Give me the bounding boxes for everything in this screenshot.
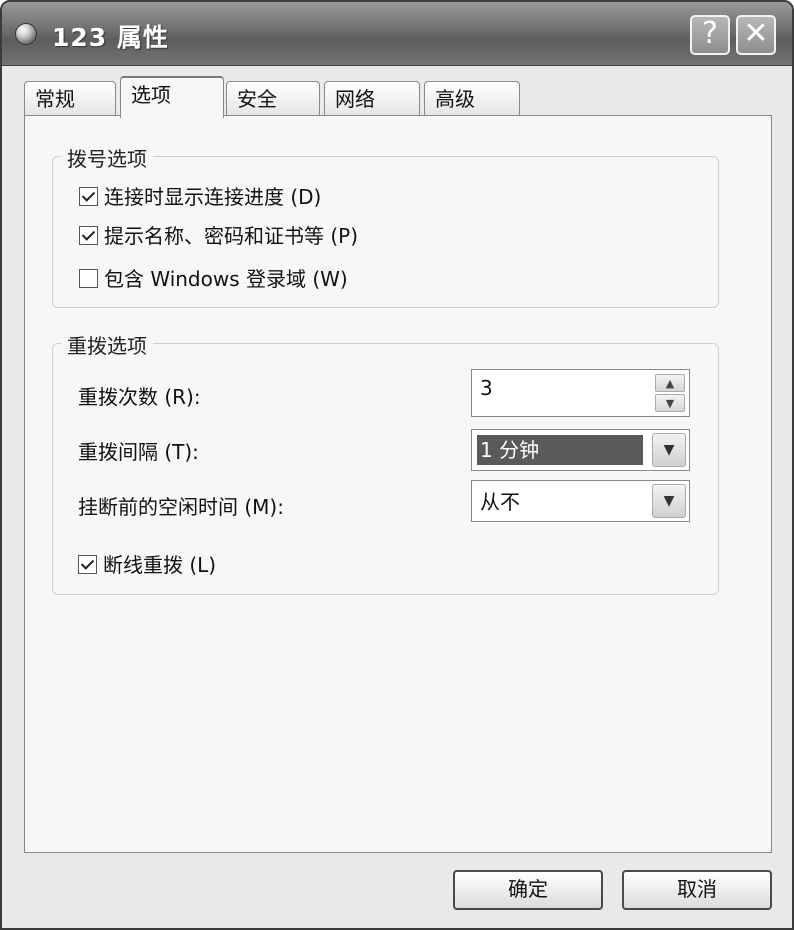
up-arrow-icon[interactable]: ▲ [655,374,685,392]
checkbox-label: 连接时显示连接进度 (D) [104,185,322,209]
down-arrow-icon[interactable]: ▼ [655,394,685,412]
tab-network[interactable]: 网络 [324,81,420,117]
checkbox-label: 包含 Windows 登录域 (W) [104,267,348,291]
checkbox-prompt-credentials[interactable]: 提示名称、密码和证书等 (P) [79,223,358,249]
chevron-down-icon[interactable]: ▼ [652,484,686,518]
checkbox-checked-icon[interactable] [79,226,98,245]
checkbox-redial-on-drop[interactable]: 断线重拨 (L) [78,552,216,578]
properties-dialog: 123 属性 ? ✕ 常规 选项 安全 网络 高级 拨号选项 连接时显示连接进度… [0,0,794,930]
checkbox-show-progress[interactable]: 连接时显示连接进度 (D) [79,184,321,210]
redial-interval-label: 重拨间隔 (T): [78,440,199,464]
dialing-options-group: 拨号选项 连接时显示连接进度 (D) 提示名称、密码和证书等 (P) 包含 Wi… [52,143,719,308]
title-bar[interactable]: 123 属性 ? ✕ [2,2,792,66]
redial-attempts-label: 重拨次数 (R): [78,385,201,409]
connection-orb-icon [15,23,37,45]
ok-button[interactable]: 确定 [453,870,603,910]
spinner-buttons: ▲ ▼ [655,374,685,412]
redial-interval-value[interactable]: 1 分钟 [477,435,643,465]
checkbox-label: 提示名称、密码和证书等 (P) [104,224,359,248]
checkbox-label: 断线重拨 (L) [103,553,217,577]
cancel-button[interactable]: 取消 [622,870,772,910]
checkbox-checked-icon[interactable] [78,555,97,574]
idle-time-value[interactable]: 从不 [477,486,523,515]
chevron-down-icon[interactable]: ▼ [652,433,686,467]
tab-options[interactable]: 选项 [120,76,224,118]
tab-advanced[interactable]: 高级 [424,81,520,117]
options-panel: 拨号选项 连接时显示连接进度 (D) 提示名称、密码和证书等 (P) 包含 Wi… [24,115,772,853]
idle-time-select[interactable]: 从不 ▼ [471,480,690,522]
tab-security[interactable]: 安全 [226,81,320,117]
checkbox-unchecked-icon[interactable] [79,269,98,288]
checkbox-include-domain[interactable]: 包含 Windows 登录域 (W) [79,266,348,292]
redial-attempts-value[interactable]: 3 [480,376,493,400]
help-button[interactable]: ? [690,15,730,55]
group-title-redial: 重拨选项 [61,330,153,359]
group-title-dialing: 拨号选项 [61,143,153,172]
checkbox-checked-icon[interactable] [79,187,98,206]
close-button[interactable]: ✕ [736,15,776,55]
tab-general[interactable]: 常规 [24,81,116,117]
window-title: 123 属性 [52,23,169,52]
idle-time-label: 挂断前的空闲时间 (M): [78,495,284,519]
redial-interval-select[interactable]: 1 分钟 ▼ [471,429,690,471]
redial-attempts-spinner[interactable]: 3 ▲ ▼ [471,369,690,417]
